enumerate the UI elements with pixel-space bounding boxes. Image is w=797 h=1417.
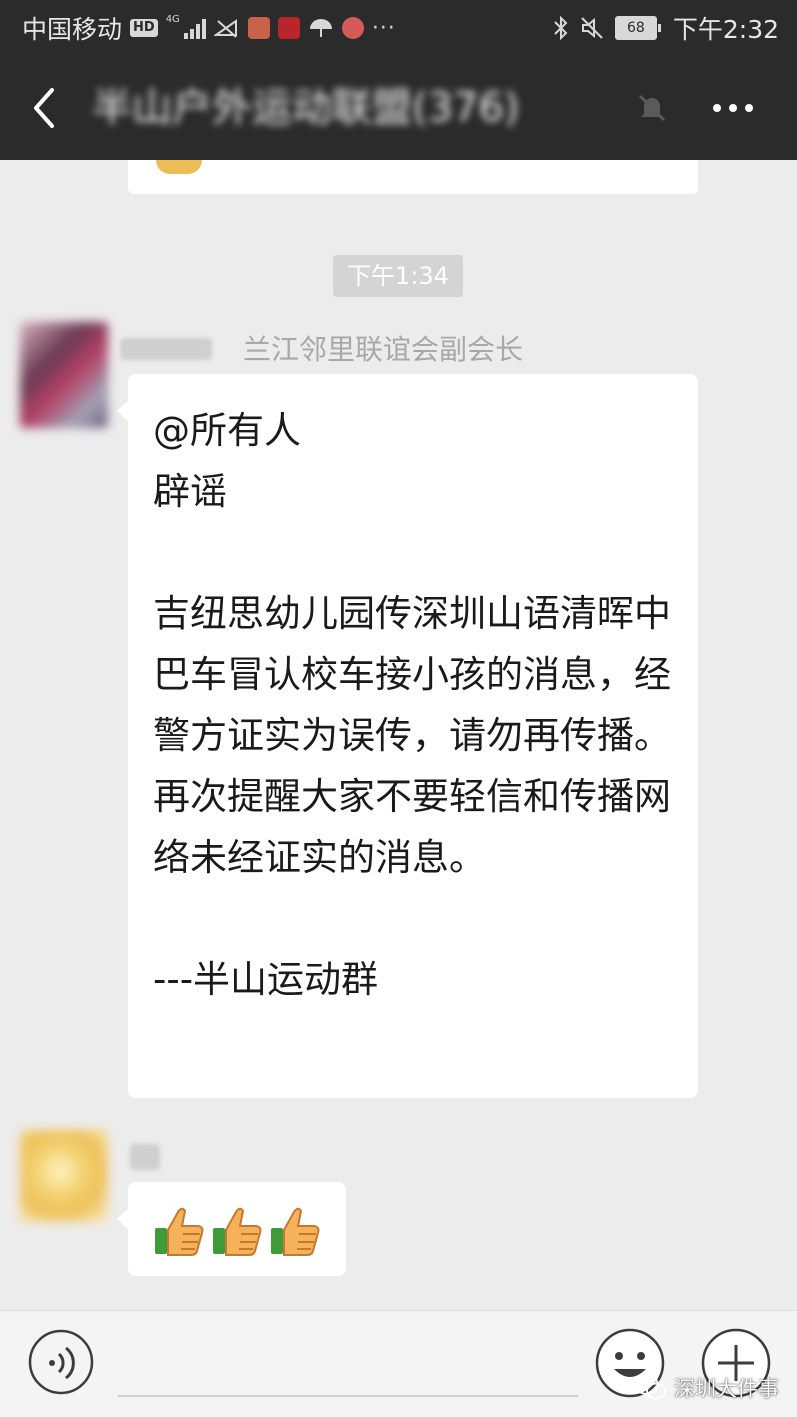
back-arrow-icon[interactable]	[26, 84, 66, 132]
battery-indicator: 68	[614, 16, 661, 40]
sender-name-blurred	[130, 1144, 160, 1170]
thumbs-up-icon	[271, 1207, 320, 1256]
notification-app-icon	[247, 17, 270, 39]
sender-name-blurred	[120, 338, 212, 360]
bank-app-icon	[341, 17, 364, 39]
sender-group-nickname: 兰江邻里联谊会副会长	[243, 333, 524, 366]
hd-badge: HD	[130, 19, 158, 37]
umbrella-icon	[309, 19, 332, 37]
chat-title: 半山户外运动联盟(376)	[92, 85, 520, 131]
chat-message-list[interactable]: 下午1:34 兰江邻里联谊会副会长 @所有人 辟谣 吉纽思幼儿园传深圳山语清晖中…	[0, 160, 797, 1310]
status-bar: 中国移动 HD 4G ··· 68 下午2:32	[0, 0, 797, 56]
thumbs-up-icon	[155, 1207, 204, 1256]
network-type: 4G	[165, 14, 180, 25]
more-options-icon[interactable]	[708, 90, 758, 126]
sticker-icon	[156, 160, 202, 174]
previous-message-bubble[interactable]	[128, 160, 698, 194]
message-input[interactable]	[118, 1395, 578, 1397]
signal-icon	[183, 17, 206, 39]
chat-title-bar: 半山户外运动联盟(376)	[0, 56, 797, 160]
message-text: @所有人 辟谣 吉纽思幼儿园传深圳山语清晖中巴车冒认校车接小孩的消息，经警方证实…	[153, 409, 671, 1001]
status-bar-right: 68 下午2:32	[553, 0, 779, 56]
thumbs-up-icon	[213, 1207, 262, 1256]
mute-bell-icon	[638, 94, 666, 122]
message-bubble[interactable]: @所有人 辟谣 吉纽思幼儿园传深圳山语清晖中巴车冒认校车接小孩的消息，经警方证实…	[117, 374, 698, 1098]
status-time: 下午2:32	[672, 15, 779, 44]
voice-icon[interactable]	[28, 1329, 94, 1395]
message-bubble[interactable]	[117, 1182, 346, 1276]
more-notifications-indicator: ···	[371, 15, 396, 41]
wifi-off-icon	[213, 19, 237, 38]
watermark-text: 深圳大件事	[674, 1377, 779, 1401]
bluetooth-icon	[554, 15, 568, 41]
wechat-logo-icon	[635, 1375, 666, 1400]
watermark: 深圳大件事	[634, 1370, 779, 1406]
message-timestamp: 下午1:34	[333, 255, 463, 297]
carrier-name: 中国移动	[22, 15, 123, 44]
status-bar-left: 中国移动 HD 4G ···	[22, 0, 396, 56]
vibrate-mute-icon	[581, 17, 603, 39]
avatar[interactable]	[20, 322, 108, 428]
avatar[interactable]	[20, 1130, 108, 1222]
notification-app-icon	[277, 17, 300, 39]
